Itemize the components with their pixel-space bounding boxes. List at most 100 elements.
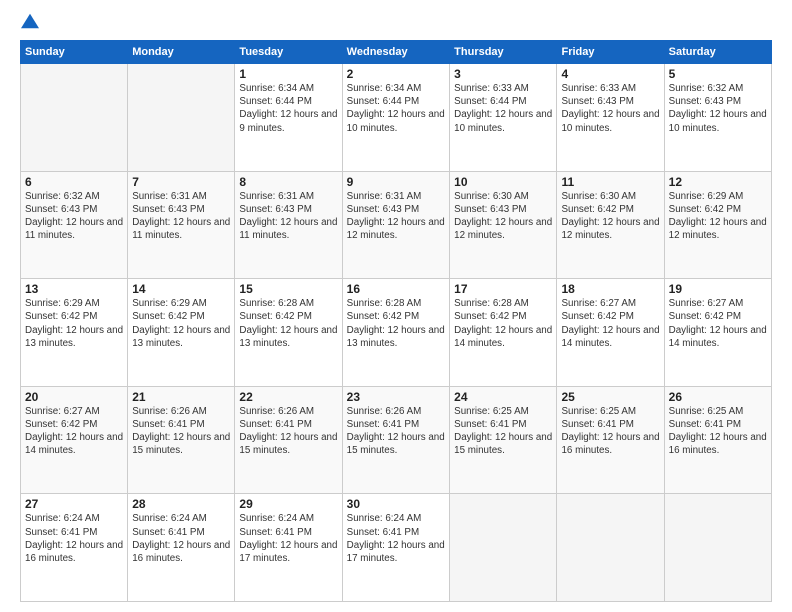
day-number: 18 [561,282,659,296]
day-info: Sunrise: 6:29 AMSunset: 6:42 PMDaylight:… [25,297,123,350]
calendar-cell: 10Sunrise: 6:30 AMSunset: 6:43 PMDayligh… [450,171,557,279]
day-number: 20 [25,390,123,404]
day-info: Sunrise: 6:24 AMSunset: 6:41 PMDaylight:… [239,512,337,565]
logo [20,18,39,30]
calendar-cell: 30Sunrise: 6:24 AMSunset: 6:41 PMDayligh… [342,494,449,602]
weekday-header-friday: Friday [557,41,664,64]
day-info: Sunrise: 6:31 AMSunset: 6:43 PMDaylight:… [239,190,337,243]
day-number: 5 [669,67,767,81]
calendar-week-row: 6Sunrise: 6:32 AMSunset: 6:43 PMDaylight… [21,171,772,279]
calendar-cell: 29Sunrise: 6:24 AMSunset: 6:41 PMDayligh… [235,494,342,602]
calendar-cell [128,64,235,172]
day-number: 7 [132,175,230,189]
calendar-cell: 23Sunrise: 6:26 AMSunset: 6:41 PMDayligh… [342,386,449,494]
day-info: Sunrise: 6:28 AMSunset: 6:42 PMDaylight:… [239,297,337,350]
day-number: 28 [132,497,230,511]
day-info: Sunrise: 6:25 AMSunset: 6:41 PMDaylight:… [669,405,767,458]
calendar-cell: 11Sunrise: 6:30 AMSunset: 6:42 PMDayligh… [557,171,664,279]
day-info: Sunrise: 6:25 AMSunset: 6:41 PMDaylight:… [561,405,659,458]
day-info: Sunrise: 6:27 AMSunset: 6:42 PMDaylight:… [669,297,767,350]
day-info: Sunrise: 6:30 AMSunset: 6:42 PMDaylight:… [561,190,659,243]
day-info: Sunrise: 6:24 AMSunset: 6:41 PMDaylight:… [347,512,445,565]
day-info: Sunrise: 6:24 AMSunset: 6:41 PMDaylight:… [132,512,230,565]
calendar-cell: 27Sunrise: 6:24 AMSunset: 6:41 PMDayligh… [21,494,128,602]
day-info: Sunrise: 6:31 AMSunset: 6:43 PMDaylight:… [347,190,445,243]
day-info: Sunrise: 6:33 AMSunset: 6:43 PMDaylight:… [561,82,659,135]
weekday-header-saturday: Saturday [664,41,771,64]
calendar-cell [664,494,771,602]
logo-triangle-icon [21,12,39,30]
calendar-cell: 18Sunrise: 6:27 AMSunset: 6:42 PMDayligh… [557,279,664,387]
calendar-cell: 5Sunrise: 6:32 AMSunset: 6:43 PMDaylight… [664,64,771,172]
weekday-header-thursday: Thursday [450,41,557,64]
day-number: 3 [454,67,552,81]
weekday-header-monday: Monday [128,41,235,64]
calendar-cell [557,494,664,602]
calendar-week-row: 13Sunrise: 6:29 AMSunset: 6:42 PMDayligh… [21,279,772,387]
day-info: Sunrise: 6:28 AMSunset: 6:42 PMDaylight:… [454,297,552,350]
calendar-cell: 28Sunrise: 6:24 AMSunset: 6:41 PMDayligh… [128,494,235,602]
calendar-week-row: 20Sunrise: 6:27 AMSunset: 6:42 PMDayligh… [21,386,772,494]
day-number: 30 [347,497,445,511]
day-number: 15 [239,282,337,296]
day-info: Sunrise: 6:31 AMSunset: 6:43 PMDaylight:… [132,190,230,243]
calendar-cell: 3Sunrise: 6:33 AMSunset: 6:44 PMDaylight… [450,64,557,172]
day-number: 13 [25,282,123,296]
weekday-header-wednesday: Wednesday [342,41,449,64]
calendar-cell: 20Sunrise: 6:27 AMSunset: 6:42 PMDayligh… [21,386,128,494]
day-number: 14 [132,282,230,296]
day-info: Sunrise: 6:26 AMSunset: 6:41 PMDaylight:… [132,405,230,458]
day-number: 26 [669,390,767,404]
day-number: 9 [347,175,445,189]
day-number: 12 [669,175,767,189]
header [20,18,772,30]
day-number: 16 [347,282,445,296]
day-number: 22 [239,390,337,404]
calendar-cell: 26Sunrise: 6:25 AMSunset: 6:41 PMDayligh… [664,386,771,494]
calendar-cell: 6Sunrise: 6:32 AMSunset: 6:43 PMDaylight… [21,171,128,279]
day-info: Sunrise: 6:32 AMSunset: 6:43 PMDaylight:… [25,190,123,243]
day-number: 2 [347,67,445,81]
day-number: 24 [454,390,552,404]
calendar-table: SundayMondayTuesdayWednesdayThursdayFrid… [20,40,772,602]
calendar-cell: 12Sunrise: 6:29 AMSunset: 6:42 PMDayligh… [664,171,771,279]
day-info: Sunrise: 6:33 AMSunset: 6:44 PMDaylight:… [454,82,552,135]
calendar-cell [21,64,128,172]
calendar-cell: 22Sunrise: 6:26 AMSunset: 6:41 PMDayligh… [235,386,342,494]
day-number: 19 [669,282,767,296]
day-number: 21 [132,390,230,404]
calendar-cell: 24Sunrise: 6:25 AMSunset: 6:41 PMDayligh… [450,386,557,494]
day-info: Sunrise: 6:32 AMSunset: 6:43 PMDaylight:… [669,82,767,135]
calendar-cell: 7Sunrise: 6:31 AMSunset: 6:43 PMDaylight… [128,171,235,279]
day-info: Sunrise: 6:29 AMSunset: 6:42 PMDaylight:… [132,297,230,350]
calendar-cell: 15Sunrise: 6:28 AMSunset: 6:42 PMDayligh… [235,279,342,387]
calendar-cell: 9Sunrise: 6:31 AMSunset: 6:43 PMDaylight… [342,171,449,279]
day-info: Sunrise: 6:25 AMSunset: 6:41 PMDaylight:… [454,405,552,458]
calendar-cell [450,494,557,602]
day-number: 8 [239,175,337,189]
calendar-week-row: 1Sunrise: 6:34 AMSunset: 6:44 PMDaylight… [21,64,772,172]
day-number: 4 [561,67,659,81]
day-info: Sunrise: 6:34 AMSunset: 6:44 PMDaylight:… [347,82,445,135]
calendar-cell: 13Sunrise: 6:29 AMSunset: 6:42 PMDayligh… [21,279,128,387]
calendar-cell: 25Sunrise: 6:25 AMSunset: 6:41 PMDayligh… [557,386,664,494]
calendar-cell: 16Sunrise: 6:28 AMSunset: 6:42 PMDayligh… [342,279,449,387]
day-number: 17 [454,282,552,296]
day-number: 27 [25,497,123,511]
page: SundayMondayTuesdayWednesdayThursdayFrid… [0,0,792,612]
calendar-cell: 8Sunrise: 6:31 AMSunset: 6:43 PMDaylight… [235,171,342,279]
day-info: Sunrise: 6:30 AMSunset: 6:43 PMDaylight:… [454,190,552,243]
calendar-cell: 19Sunrise: 6:27 AMSunset: 6:42 PMDayligh… [664,279,771,387]
day-number: 25 [561,390,659,404]
day-info: Sunrise: 6:34 AMSunset: 6:44 PMDaylight:… [239,82,337,135]
day-info: Sunrise: 6:26 AMSunset: 6:41 PMDaylight:… [347,405,445,458]
calendar-cell: 17Sunrise: 6:28 AMSunset: 6:42 PMDayligh… [450,279,557,387]
day-number: 1 [239,67,337,81]
day-number: 10 [454,175,552,189]
day-info: Sunrise: 6:26 AMSunset: 6:41 PMDaylight:… [239,405,337,458]
calendar-cell: 4Sunrise: 6:33 AMSunset: 6:43 PMDaylight… [557,64,664,172]
calendar-cell: 1Sunrise: 6:34 AMSunset: 6:44 PMDaylight… [235,64,342,172]
weekday-header-sunday: Sunday [21,41,128,64]
day-number: 23 [347,390,445,404]
day-info: Sunrise: 6:29 AMSunset: 6:42 PMDaylight:… [669,190,767,243]
